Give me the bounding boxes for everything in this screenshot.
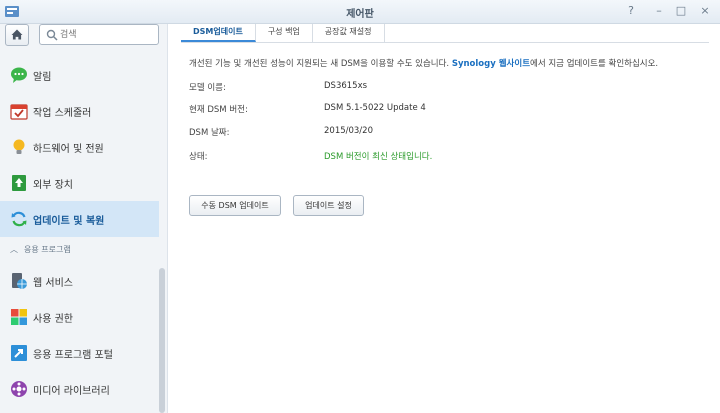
sidebar-item-label: 외부 장치: [33, 180, 73, 191]
sidebar-item-label: 웹 서비스: [33, 278, 73, 289]
tab-bar: DSM업데이트 구성 백업 공장값 재설정: [181, 24, 385, 42]
maximize-button[interactable]: □: [674, 4, 688, 18]
dsm-version-label: 현재 DSM 버전:: [189, 105, 248, 115]
sidebar: 알림 작업 스케줄러 하드웨어 및 전원 외부 장치 업데이트 및 복원: [0, 24, 168, 413]
minimize-button[interactable]: –: [652, 4, 666, 18]
status-label: 상태:: [189, 152, 208, 162]
close-button[interactable]: ×: [698, 4, 712, 18]
section-header-applications[interactable]: ︿ 응용 프로그램: [10, 244, 71, 258]
sidebar-item-external-devices[interactable]: 외부 장치: [0, 165, 159, 201]
search-input[interactable]: [60, 27, 156, 43]
intro-text: 개선된 기능 및 개선된 성능이 지원되는 새 DSM을 이용할 수도 있습니다…: [189, 59, 450, 69]
update-settings-button[interactable]: 업데이트 설정: [293, 195, 364, 216]
dsm-date-label: DSM 날짜:: [189, 128, 230, 138]
sidebar-item-update-restore[interactable]: 업데이트 및 복원: [0, 201, 159, 237]
section-title: 응용 프로그램: [24, 245, 71, 254]
sidebar-item-privileges[interactable]: 사용 권한: [0, 299, 159, 335]
refresh-icon: [11, 211, 27, 227]
status-value: DSM 버전이 최신 상태입니다.: [324, 152, 433, 162]
sidebar-item-application-portal[interactable]: 응용 프로그램 포털: [0, 335, 159, 371]
sidebar-item-label: 사용 권한: [33, 314, 73, 325]
web-globe-icon: [12, 273, 27, 289]
title-bar: 제어판 ? – □ ×: [0, 0, 720, 24]
sidebar-item-web-services[interactable]: 웹 서비스: [0, 263, 159, 299]
sidebar-item-label: 작업 스케줄러: [33, 108, 92, 119]
dsm-version-value: DSM 5.1-5022 Update 4: [324, 103, 426, 113]
sidebar-item-task-scheduler[interactable]: 작업 스케줄러: [0, 93, 159, 129]
lightbulb-icon: [13, 139, 25, 154]
portal-arrow-icon: [11, 345, 27, 361]
sidebar-item-label: 업데이트 및 복원: [33, 216, 105, 227]
sidebar-item-label: 응용 프로그램 포털: [33, 350, 113, 361]
update-intro: 개선된 기능 및 개선된 성능이 지원되는 새 DSM을 이용할 수도 있습니다…: [189, 57, 658, 69]
chat-bubble-icon: [11, 67, 27, 83]
tab-config-backup[interactable]: 구성 백업: [256, 24, 313, 42]
external-device-icon: [12, 175, 26, 191]
main-panel: DSM업데이트 구성 백업 공장값 재설정 개선된 기능 및 개선된 성능이 지…: [169, 24, 720, 413]
sidebar-item-label: 알림: [33, 72, 52, 83]
tab-divider: [181, 42, 709, 43]
home-button[interactable]: [5, 24, 29, 46]
window-title: 제어판: [346, 9, 374, 20]
media-library-icon: [11, 381, 27, 397]
calendar-check-icon: [10, 104, 28, 120]
sidebar-item-media-library[interactable]: 미디어 라이브러리: [0, 371, 159, 407]
chevron-up-icon: ︿: [10, 245, 18, 254]
home-icon: [11, 29, 23, 40]
help-button[interactable]: ?: [624, 4, 638, 18]
sidebar-scrollbar[interactable]: [159, 268, 165, 413]
sidebar-item-label: 하드웨어 및 전원: [33, 144, 104, 155]
tab-factory-reset[interactable]: 공장값 재설정: [313, 24, 385, 42]
synology-website-link[interactable]: Synology 웹사이트: [452, 59, 530, 69]
search-box[interactable]: [39, 24, 159, 45]
intro-suffix: 에서 지금 업데이트를 확인하십시오.: [530, 59, 659, 69]
model-name-value: DS3615xs: [324, 81, 368, 91]
sidebar-item-label: 미디어 라이브러리: [33, 386, 110, 397]
manual-dsm-update-button[interactable]: 수동 DSM 업데이트: [189, 195, 281, 216]
search-icon: [46, 29, 58, 41]
tab-dsm-update[interactable]: DSM업데이트: [181, 24, 256, 42]
permission-blocks-icon: [11, 309, 27, 325]
model-name-label: 모델 이름:: [189, 83, 226, 93]
sidebar-item-notification[interactable]: 알림: [0, 57, 159, 93]
dsm-date-value: 2015/03/20: [324, 126, 373, 136]
sidebar-item-hardware-power[interactable]: 하드웨어 및 전원: [0, 129, 159, 165]
